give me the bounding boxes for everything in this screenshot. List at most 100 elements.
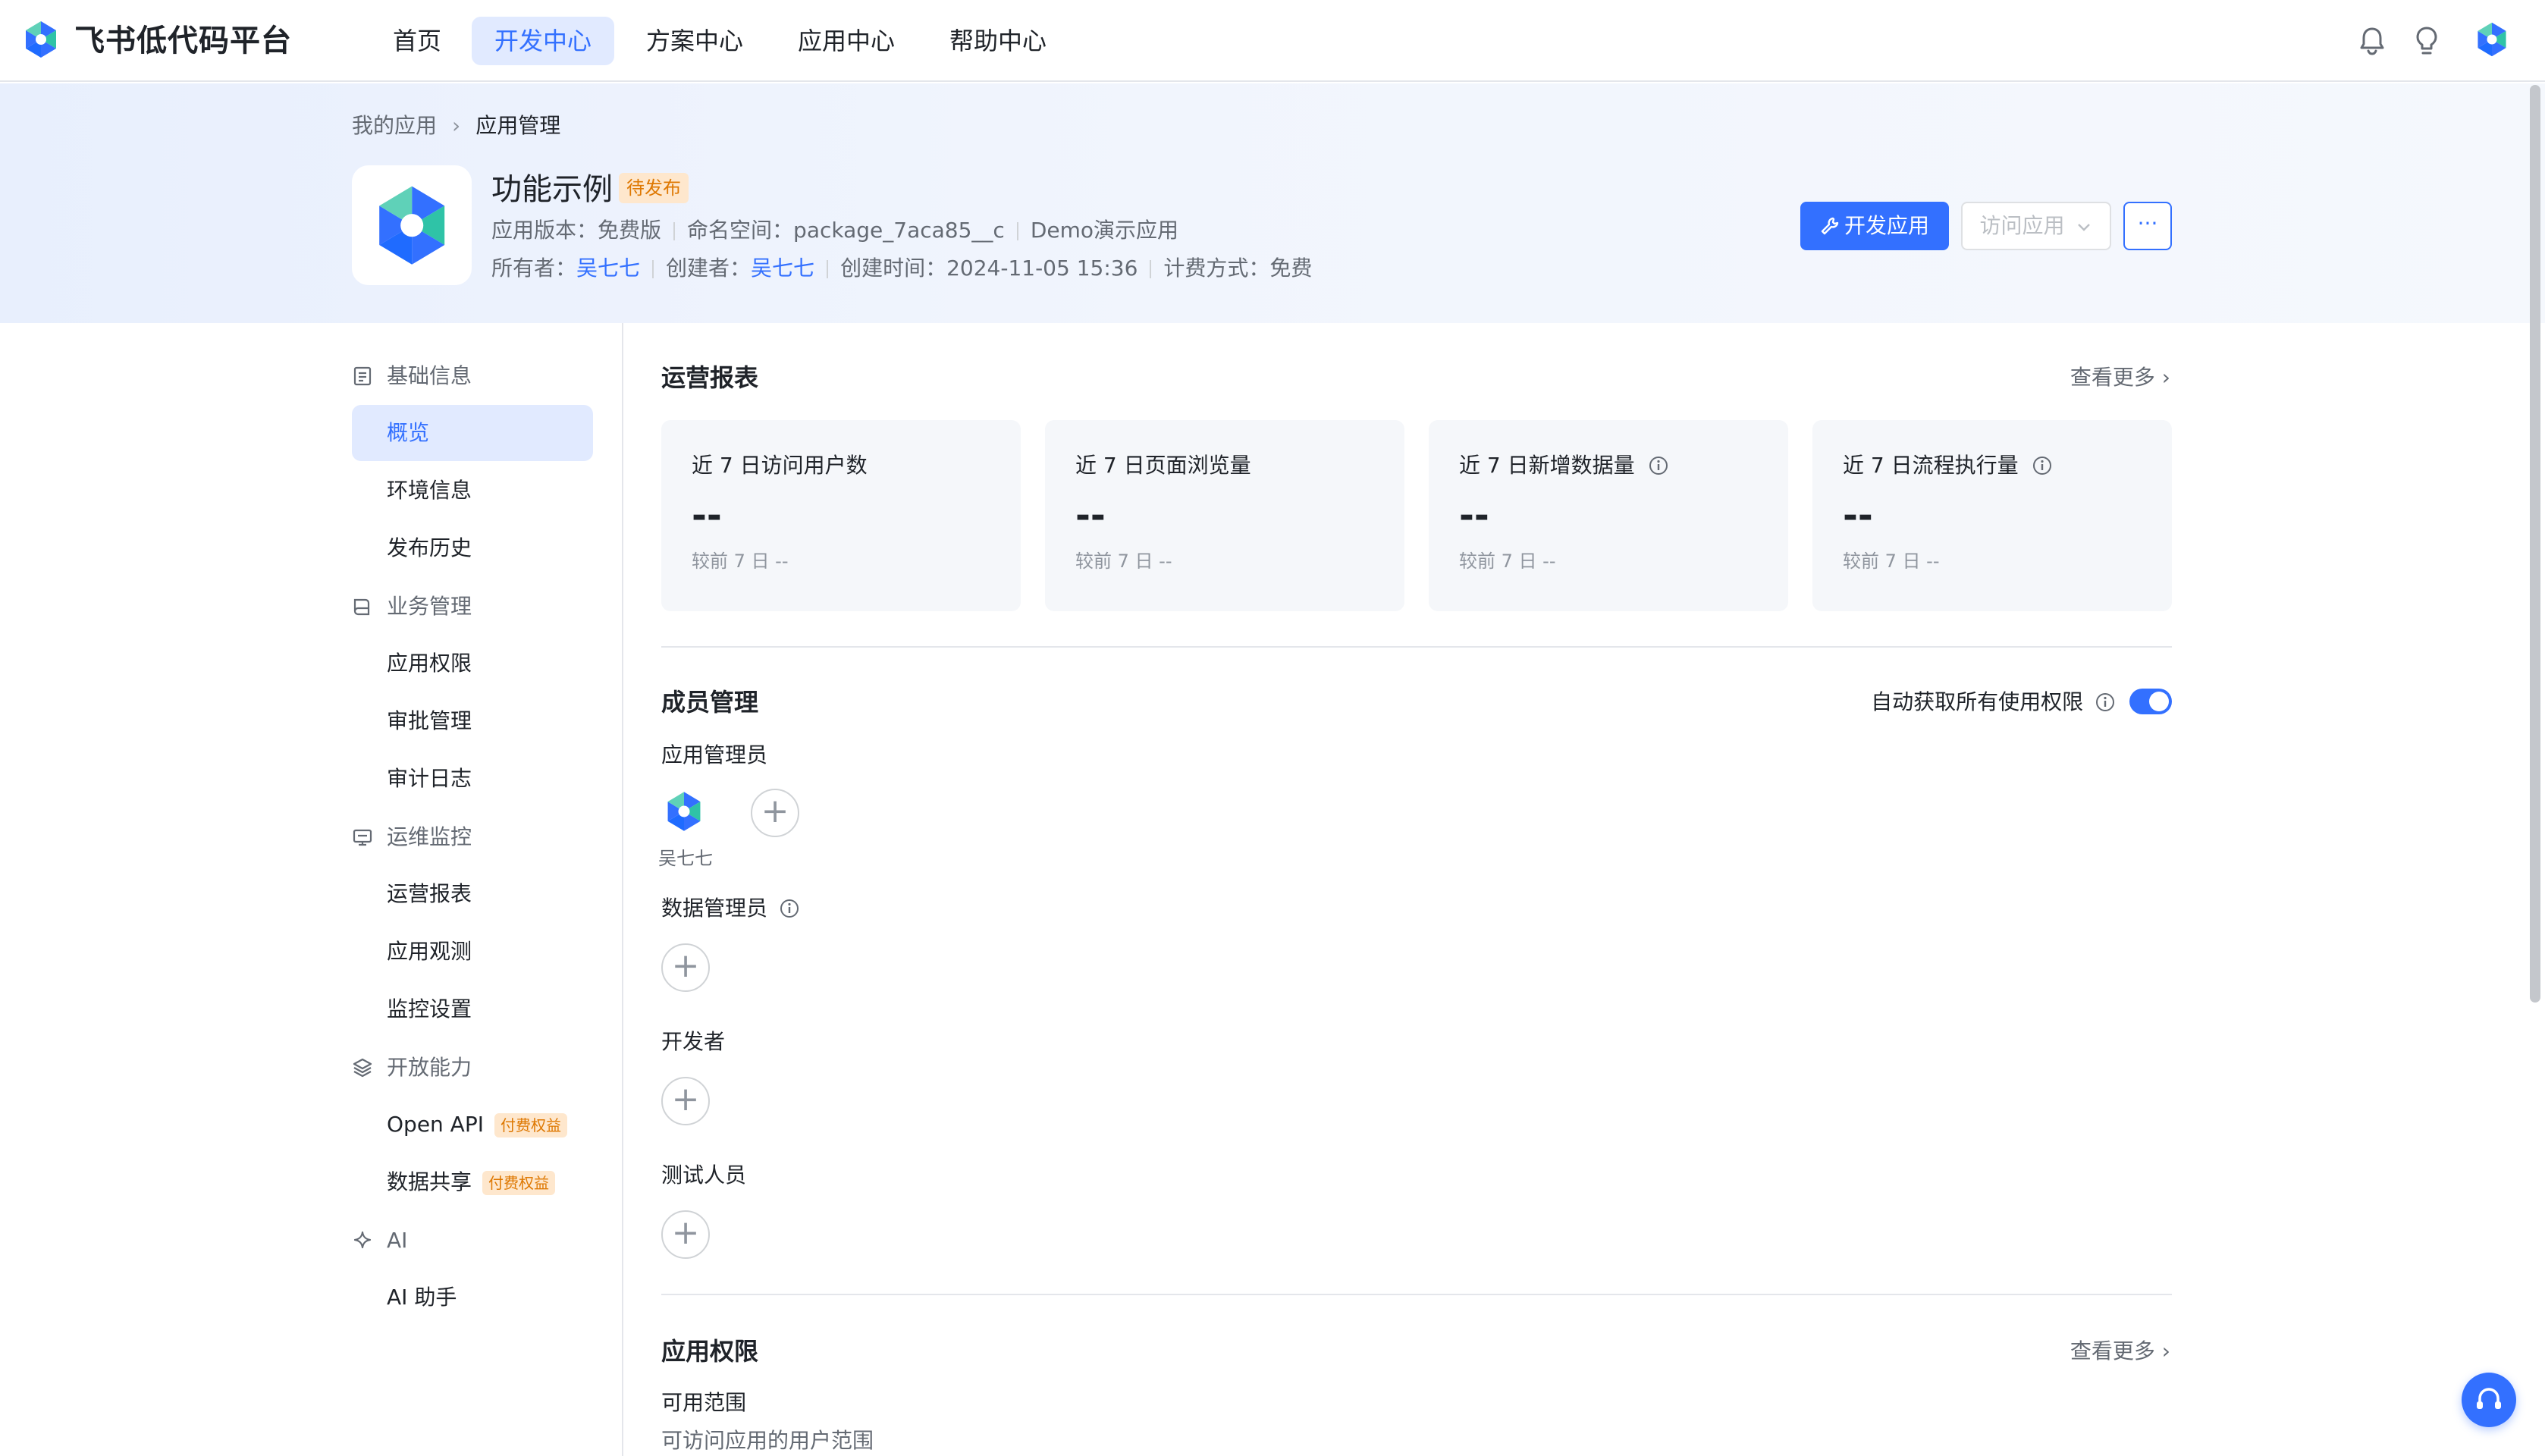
lightbulb-icon[interactable] (2408, 23, 2445, 59)
owner-label: 所有者： (491, 256, 577, 281)
sidebar-item-observability[interactable]: 应用观测 (352, 924, 593, 980)
metric-compare: 较前 7 日 -- (1459, 551, 1556, 572)
visit-app-label: 访问应用 (1979, 213, 2065, 238)
metric-label-text: 近 7 日流程执行量 (1843, 453, 2019, 478)
sidebar-item-data-sharing[interactable]: 数据共享 付费权益 (352, 1154, 593, 1210)
top-navbar: 飞书低代码平台 首页 开发中心 方案中心 应用中心 帮助中心 (0, 0, 2545, 82)
sidebar-item-approval[interactable]: 审批管理 (352, 693, 593, 749)
page-scrollbar[interactable] (2530, 85, 2540, 1003)
permissions-see-more-link[interactable]: 查看更多 › (2070, 1333, 2170, 1370)
auto-permission-toggle[interactable] (2129, 689, 2172, 714)
metric-value: -- (1075, 494, 1106, 537)
members-section-title: 成员管理 (661, 688, 759, 717)
bell-icon[interactable] (2354, 23, 2390, 59)
nav-solution-center[interactable]: 方案中心 (623, 17, 766, 65)
nav-dev-center[interactable]: 开发中心 (472, 17, 615, 65)
chevron-right-icon: › (2161, 1338, 2170, 1363)
open-api-label: Open API (387, 1112, 484, 1137)
sidebar-item-environment[interactable]: 环境信息 (352, 463, 593, 519)
customer-service-button[interactable] (2462, 1373, 2516, 1427)
info-icon[interactable] (1648, 455, 1669, 476)
metric-label: 近 7 日访问用户数 (692, 453, 868, 478)
app-meta-line-1: 应用版本：免费版 命名空间：package_7aca85__c Demo演示应用 (491, 215, 1178, 246)
add-developer-button[interactable]: + (661, 1077, 710, 1125)
creator-label: 创建者： (666, 256, 752, 281)
scope-description: 可访问应用的用户范围 (661, 1428, 874, 1453)
sidebar-item-audit-log[interactable]: 审计日志 (352, 751, 593, 807)
document-icon (353, 366, 372, 386)
version-label: 应用版本： (491, 218, 598, 243)
created-label: 创建时间： (840, 256, 947, 281)
add-data-admin-button[interactable]: + (661, 943, 710, 992)
app-logo-icon (379, 186, 445, 265)
headset-icon (2477, 1388, 2501, 1409)
version-value: 免费版 (598, 218, 662, 243)
report-section-title: 运营报表 (661, 363, 759, 392)
monitor-icon (353, 829, 372, 846)
metric-card-visitors: 近 7 日访问用户数 -- 较前 7 日 -- (661, 420, 1021, 611)
app-admin-label: 应用管理员 (661, 742, 768, 767)
data-sharing-label: 数据共享 (387, 1169, 472, 1194)
sidebar-item-overview[interactable]: 概览 (352, 405, 593, 461)
chevron-down-icon (2078, 224, 2091, 231)
metric-card-pageviews: 近 7 日页面浏览量 -- 较前 7 日 -- (1045, 420, 1404, 611)
app-description: Demo演示应用 (1030, 218, 1179, 243)
nav-app-center[interactable]: 应用中心 (775, 17, 918, 65)
status-badge: 待发布 (619, 173, 689, 203)
user-avatar[interactable] (2472, 20, 2512, 59)
visit-app-button[interactable]: 访问应用 (1961, 202, 2111, 250)
metric-label: 近 7 日流程执行量 (1843, 450, 2053, 481)
namespace-value: package_7aca85__c (793, 218, 1005, 243)
sidebar-item-monitor-settings[interactable]: 监控设置 (352, 981, 593, 1037)
billing-label: 计费方式： (1163, 256, 1270, 281)
develop-app-label: 开发应用 (1844, 213, 1929, 238)
permissions-section-title: 应用权限 (661, 1337, 759, 1366)
feishu-logo-icon[interactable] (20, 18, 62, 61)
nav-home[interactable]: 首页 (370, 17, 464, 65)
toggle-knob (2149, 692, 2169, 711)
admin-avatar[interactable] (661, 789, 707, 834)
auto-permission-text: 自动获取所有使用权限 (1871, 689, 2084, 714)
auto-permission-label: 自动获取所有使用权限 (1871, 684, 2116, 720)
sidebar-item-app-permissions[interactable]: 应用权限 (352, 635, 593, 692)
wrench-icon (1821, 217, 1839, 235)
created-value: 2024-11-05 15:36 (946, 256, 1138, 281)
book-icon (353, 598, 370, 616)
develop-app-button[interactable]: 开发应用 (1800, 202, 1949, 250)
more-actions-button[interactable]: ··· (2123, 202, 2172, 250)
metric-compare: 较前 7 日 -- (1075, 551, 1172, 572)
app-title: 功能示例 (491, 172, 613, 207)
paid-tag: 付费权益 (482, 1171, 556, 1195)
billing-value: 免费 (1269, 256, 1313, 281)
paid-tag: 付费权益 (494, 1113, 567, 1138)
metric-card-workflow: 近 7 日流程执行量 -- 较前 7 日 -- (1812, 420, 2172, 611)
see-more-label: 查看更多 (2070, 365, 2155, 390)
breadcrumb-current: 应用管理 (475, 113, 561, 138)
layers-icon (353, 1058, 372, 1078)
sidebar-item-ai-assistant[interactable]: AI 助手 (352, 1269, 593, 1326)
metric-label-text: 近 7 日新增数据量 (1459, 453, 1635, 478)
sidebar-item-ops-report[interactable]: 运营报表 (352, 866, 593, 922)
see-more-label: 查看更多 (2070, 1338, 2155, 1363)
add-tester-button[interactable]: + (661, 1210, 710, 1259)
developer-label: 开发者 (661, 1029, 726, 1054)
nav-help-center[interactable]: 帮助中心 (927, 17, 1069, 65)
admin-name: 吴七七 (658, 848, 713, 869)
app-meta-line-2: 所有者：吴七七 创建者：吴七七 创建时间：2024-11-05 15:36 计费方式：… (491, 253, 1312, 284)
report-see-more-link[interactable]: 查看更多 › (2070, 359, 2170, 396)
add-app-admin-button[interactable]: + (751, 789, 799, 837)
sidebar-item-release-history[interactable]: 发布历史 (352, 520, 593, 576)
sidebar-item-open-api[interactable]: Open API 付费权益 (352, 1097, 593, 1153)
creator-link[interactable]: 吴七七 (751, 256, 814, 281)
breadcrumb-my-apps[interactable]: 我的应用 (352, 113, 437, 138)
info-icon[interactable] (2095, 692, 2116, 713)
info-icon[interactable] (779, 898, 800, 919)
info-icon[interactable] (2032, 455, 2053, 476)
metric-card-new-data: 近 7 日新增数据量 -- 较前 7 日 -- (1429, 420, 1788, 611)
metric-value: -- (1843, 494, 1873, 537)
scope-label: 可用范围 (661, 1390, 747, 1415)
metric-value: -- (1459, 494, 1489, 537)
chevron-right-icon: › (452, 113, 461, 138)
owner-link[interactable]: 吴七七 (576, 256, 640, 281)
data-admin-text: 数据管理员 (661, 896, 768, 921)
